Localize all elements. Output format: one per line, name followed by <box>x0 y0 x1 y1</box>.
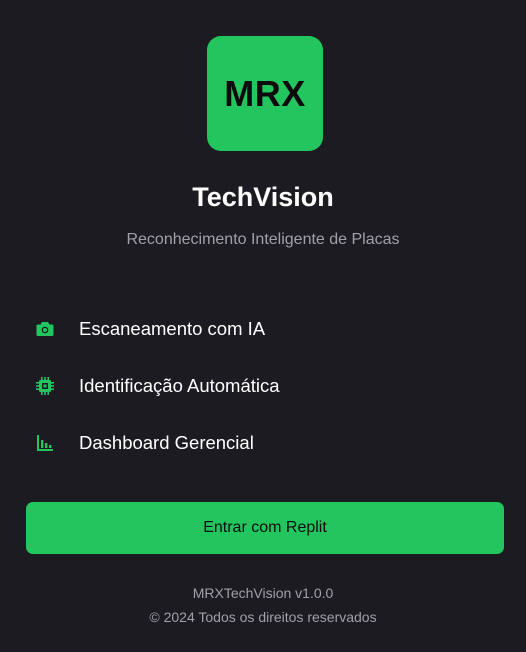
camera-icon <box>34 318 56 340</box>
feature-item-scanning: Escaneamento com IA <box>34 316 494 342</box>
logo-text: MRX <box>224 72 306 114</box>
chip-icon <box>34 375 56 397</box>
copyright-text: © 2024 Todos os direitos reservados <box>149 609 377 625</box>
feature-list: Escaneamento com IA Identificação Automá… <box>34 316 494 487</box>
app-title: TechVision <box>192 182 334 212</box>
version-text: MRXTechVision v1.0.0 <box>192 585 334 601</box>
feature-item-dashboard: Dashboard Gerencial <box>34 430 494 456</box>
feature-label: Identificação Automática <box>79 375 280 396</box>
app-subtitle: Reconhecimento Inteligente de Placas <box>126 231 400 248</box>
login-replit-button[interactable]: Entrar com Replit <box>26 502 504 554</box>
feature-label: Escaneamento com IA <box>79 318 266 339</box>
bar-chart-icon <box>34 432 56 454</box>
feature-item-identification: Identificação Automática <box>34 373 494 399</box>
feature-label: Dashboard Gerencial <box>79 432 254 453</box>
app-logo: MRX <box>207 36 323 151</box>
